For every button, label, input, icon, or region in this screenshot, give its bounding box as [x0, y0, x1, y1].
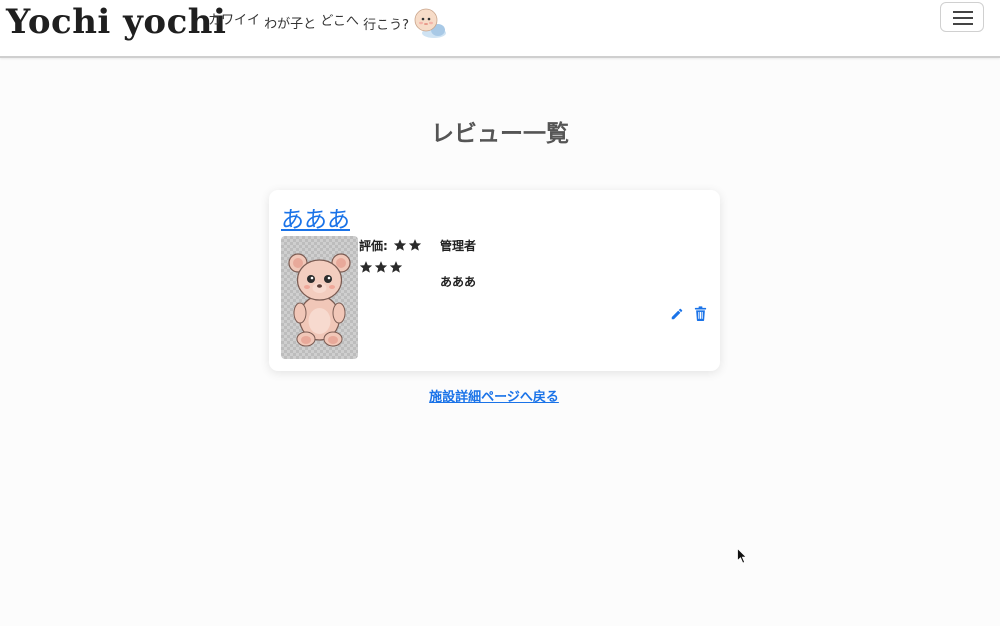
pencil-icon[interactable] — [670, 307, 684, 321]
hamburger-bar — [953, 17, 973, 19]
navbar: Yochi yochi カワイイ わが子と どこへ 行こう? — [0, 0, 1000, 58]
tagline-part: カワイイ — [208, 13, 261, 28]
review-author: 管理者 — [440, 239, 477, 253]
tagline: カワイイ わが子と どこへ 行こう? — [208, 9, 409, 33]
review-comment: あああ — [440, 275, 477, 289]
star-icon — [374, 261, 388, 273]
star-icon — [359, 261, 373, 273]
rating-label: 評価: — [359, 239, 388, 253]
rating-stars-row-2 — [359, 260, 403, 274]
review-card: あああ 評価: 管理者 あああ — [269, 190, 720, 371]
mouse-cursor-icon — [737, 548, 747, 564]
tagline-part: わが子と — [264, 17, 317, 32]
star-icon — [408, 239, 422, 251]
menu-toggle-button[interactable] — [940, 2, 984, 32]
review-title-link[interactable]: あああ — [281, 200, 350, 234]
tagline-part: どこへ — [320, 14, 359, 29]
star-icon — [393, 239, 407, 251]
rating-stars-row-1 — [393, 238, 422, 252]
hamburger-menu-icon — [953, 11, 973, 13]
trash-icon[interactable] — [694, 306, 707, 321]
baby-icon — [414, 8, 446, 38]
tagline-part: 行こう? — [363, 18, 409, 33]
brand-logo[interactable]: Yochi yochi — [6, 2, 226, 42]
page-title: レビュー一覧 — [431, 121, 569, 147]
hamburger-bar — [953, 23, 973, 25]
back-to-facility-link[interactable]: 施設詳細ページへ戻る — [0, 386, 988, 405]
teddy-bear-image — [281, 236, 358, 359]
star-icon — [389, 261, 403, 273]
